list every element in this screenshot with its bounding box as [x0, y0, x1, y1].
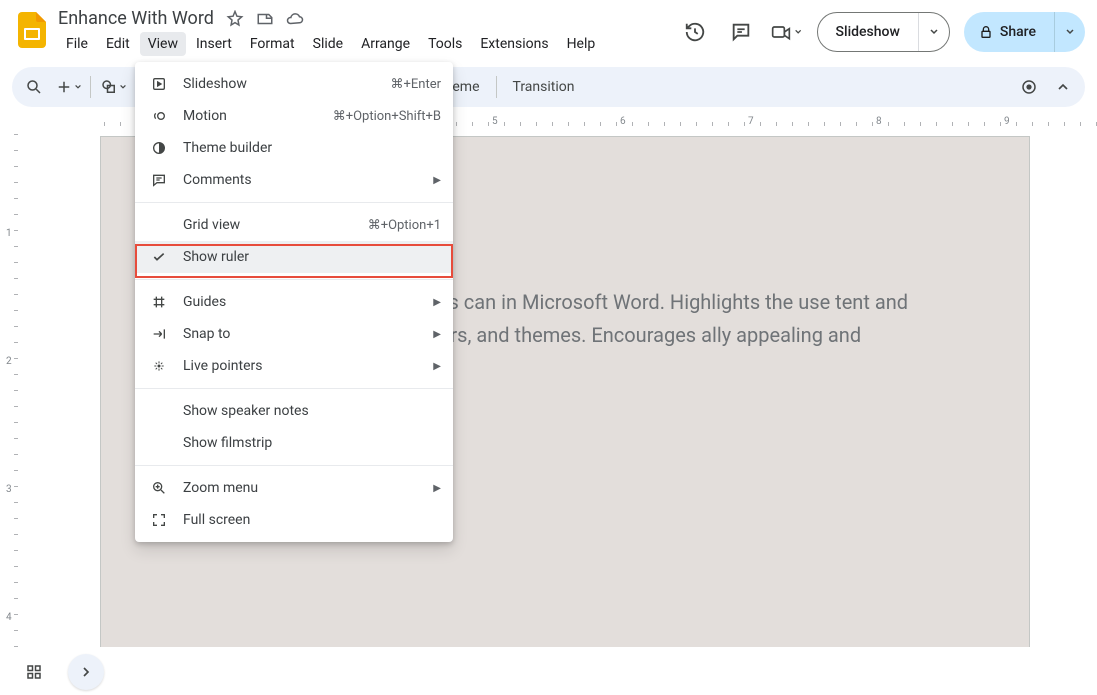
- comments-icon: [149, 170, 169, 190]
- submenu-arrow-icon: ▶: [433, 361, 441, 372]
- blank-icon: [149, 215, 169, 235]
- submenu-arrow-icon: ▶: [433, 297, 441, 308]
- menu-item-label: Show filmstrip: [183, 435, 272, 451]
- fullscreen-icon: [149, 510, 169, 530]
- share-dropdown-icon[interactable]: [1054, 12, 1085, 52]
- share-button-label: Share: [1000, 24, 1036, 40]
- menu-item-label: Show speaker notes: [183, 403, 309, 419]
- share-button[interactable]: Share: [964, 12, 1085, 52]
- new-slide-button[interactable]: [52, 71, 84, 103]
- menu-item-label: Theme builder: [183, 140, 272, 156]
- blank-icon: [149, 401, 169, 421]
- menubar: FileEditViewInsertFormatSlideArrangeTool…: [58, 32, 679, 56]
- menu-item-show-ruler[interactable]: Show ruler: [135, 241, 453, 273]
- bottom-bar: [0, 647, 1097, 695]
- shape-button[interactable]: [97, 71, 129, 103]
- theme-icon: [149, 138, 169, 158]
- menu-item-show-filmstrip[interactable]: Show filmstrip: [135, 427, 453, 459]
- titlebar: Enhance With Word FileEditViewInsertForm…: [0, 0, 1097, 64]
- shortcut: ⌘+Enter: [391, 77, 442, 92]
- comment-icon[interactable]: [725, 16, 757, 48]
- search-icon[interactable]: [18, 71, 50, 103]
- cloud-icon[interactable]: [286, 10, 304, 28]
- submenu-arrow-icon: ▶: [433, 329, 441, 340]
- menu-item-label: Comments: [183, 172, 252, 188]
- shortcut: ⌘+Option+Shift+B: [333, 109, 441, 124]
- menu-item-full-screen[interactable]: Full screen: [135, 504, 453, 536]
- menu-item-live-pointers[interactable]: Live pointers ▶: [135, 350, 453, 382]
- slideshow-dropdown-icon[interactable]: [918, 13, 949, 51]
- menu-insert[interactable]: Insert: [188, 32, 240, 56]
- slides-logo[interactable]: [12, 10, 52, 50]
- menu-item-show-speaker-notes[interactable]: Show speaker notes: [135, 395, 453, 427]
- menu-item-label: Full screen: [183, 512, 250, 528]
- motion-icon: [149, 106, 169, 126]
- pointers-icon: [149, 356, 169, 376]
- menu-arrange[interactable]: Arrange: [353, 32, 418, 56]
- menu-item-label: Live pointers: [183, 358, 263, 374]
- lock-icon: [978, 24, 994, 40]
- menu-item-guides[interactable]: Guides ▶: [135, 286, 453, 318]
- menu-item-label: Motion: [183, 108, 227, 124]
- menu-item-label: Snap to: [183, 326, 230, 342]
- menu-item-label: Slideshow: [183, 76, 247, 92]
- menu-item-motion[interactable]: Motion ⌘+Option+Shift+B: [135, 100, 453, 132]
- play-icon: [149, 74, 169, 94]
- next-icon[interactable]: [68, 654, 104, 690]
- star-icon[interactable]: [226, 10, 244, 28]
- move-icon[interactable]: [256, 10, 274, 28]
- view-menu-dropdown: Slideshow ⌘+Enter Motion ⌘+Option+Shift+B Th…: [135, 62, 453, 542]
- menu-item-comments[interactable]: Comments ▶: [135, 164, 453, 196]
- vertical-ruler: 1234: [0, 128, 24, 647]
- menu-file[interactable]: File: [58, 32, 96, 56]
- menu-item-snap-to[interactable]: Snap to ▶: [135, 318, 453, 350]
- menu-item-zoom-menu[interactable]: Zoom menu ▶: [135, 472, 453, 504]
- grid-view-icon[interactable]: [16, 654, 52, 690]
- menu-help[interactable]: Help: [559, 32, 604, 56]
- submenu-arrow-icon: ▶: [433, 483, 441, 494]
- menu-item-label: Show ruler: [183, 249, 249, 265]
- menu-item-grid-view[interactable]: Grid view ⌘+Option+1: [135, 209, 453, 241]
- snap-icon: [149, 324, 169, 344]
- menu-item-slideshow[interactable]: Slideshow ⌘+Enter: [135, 68, 453, 100]
- menu-item-label: Guides: [183, 294, 226, 310]
- check-icon: [149, 247, 169, 267]
- transition-button[interactable]: Transition: [503, 71, 585, 103]
- record-icon[interactable]: [1013, 71, 1045, 103]
- menu-extensions[interactable]: Extensions: [472, 32, 556, 56]
- menu-edit[interactable]: Edit: [98, 32, 138, 56]
- collapse-icon[interactable]: [1047, 71, 1079, 103]
- document-title[interactable]: Enhance With Word: [58, 8, 214, 29]
- submenu-arrow-icon: ▶: [433, 175, 441, 186]
- slideshow-button-label: Slideshow: [818, 24, 918, 40]
- history-icon[interactable]: [679, 16, 711, 48]
- menu-item-theme-builder[interactable]: Theme builder: [135, 132, 453, 164]
- shortcut: ⌘+Option+1: [368, 218, 441, 233]
- menu-item-label: Zoom menu: [183, 480, 258, 496]
- zoom-icon: [149, 478, 169, 498]
- menu-item-label: Grid view: [183, 217, 240, 233]
- menu-format[interactable]: Format: [242, 32, 303, 56]
- meet-icon[interactable]: [771, 16, 803, 48]
- menu-view[interactable]: View: [140, 32, 186, 56]
- guides-icon: [149, 292, 169, 312]
- menu-tools[interactable]: Tools: [420, 32, 470, 56]
- blank-icon: [149, 433, 169, 453]
- menu-slide[interactable]: Slide: [305, 32, 351, 56]
- slideshow-button[interactable]: Slideshow: [817, 12, 950, 52]
